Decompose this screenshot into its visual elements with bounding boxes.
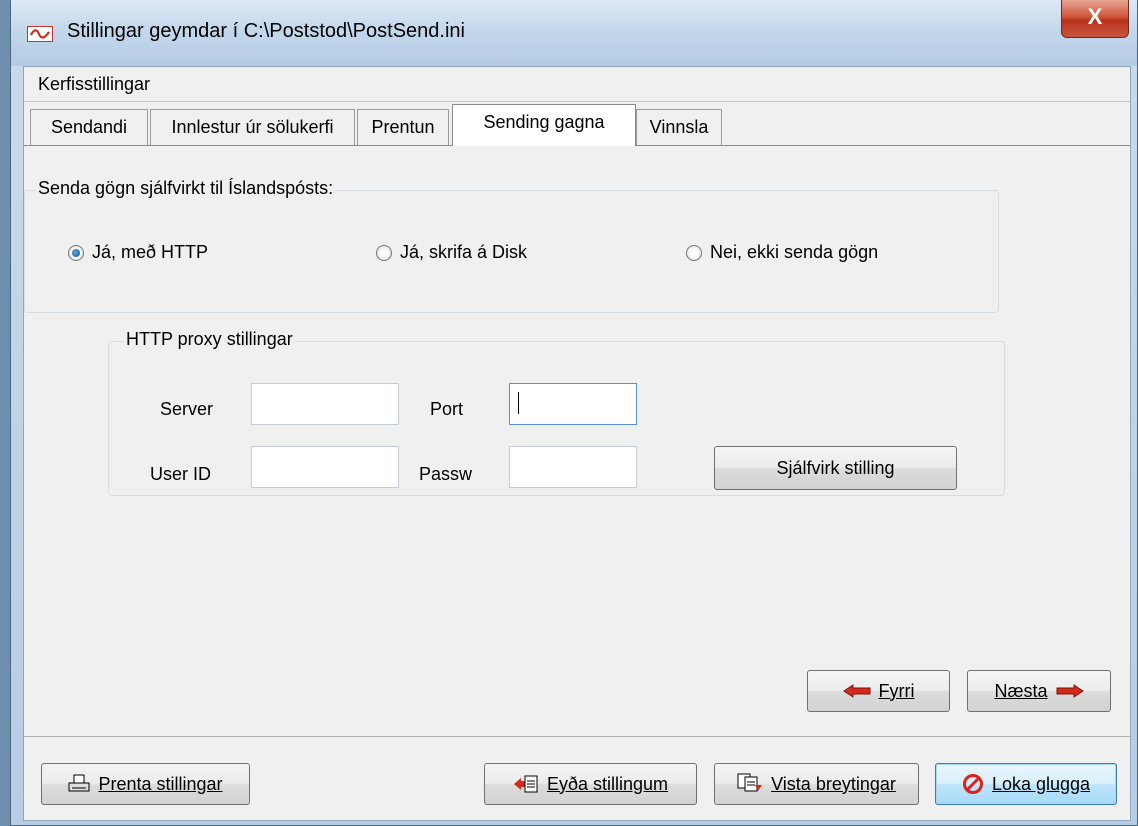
userid-field[interactable] — [251, 446, 399, 488]
tab-label: Vinnsla — [649, 117, 709, 137]
client-area: Kerfisstillingar Sendandi Innlestur úr s… — [23, 66, 1131, 821]
tab-label: Sendandi — [50, 117, 128, 137]
close-icon: X — [1087, 4, 1103, 29]
passw-input[interactable] — [510, 447, 636, 487]
close-window-button[interactable]: Loka glugga — [935, 763, 1117, 805]
title-bar[interactable]: Stillingar geymdar í C:\Poststod\PostSen… — [11, 0, 1137, 66]
prohibit-icon — [962, 773, 984, 795]
next-label: Næsta — [994, 680, 1048, 701]
tab-prentun[interactable]: Prentun — [357, 109, 449, 145]
radio-unselected-icon — [376, 245, 392, 261]
tab-sending-gagna[interactable]: Sending gagna — [452, 104, 636, 146]
radio-disk-label: Já, skrifa á Disk — [400, 242, 528, 262]
prev-button[interactable]: Fyrri — [807, 670, 950, 712]
http-proxy-group-label: HTTP proxy stillingar — [124, 329, 295, 350]
send-data-group-label: Senda gögn sjálfvirkt til Íslandspósts: — [36, 178, 336, 199]
auto-config-label: Sjálfvirk stilling — [776, 457, 895, 478]
arrow-left-icon — [842, 684, 871, 698]
menu-kerfisstillingar[interactable]: Kerfisstillingar — [38, 74, 150, 95]
prev-label: Fyrri — [878, 680, 915, 701]
save-changes-button[interactable]: Vista breytingar — [714, 763, 919, 805]
settings-window: Stillingar geymdar í C:\Poststod\PostSen… — [10, 0, 1138, 826]
close-window-label: Loka glugga — [991, 773, 1091, 794]
tab-vinnsla[interactable]: Vinnsla — [636, 109, 722, 145]
window-close-button[interactable]: X — [1061, 0, 1129, 38]
tab-label: Sending gagna — [483, 112, 605, 132]
text-caret — [518, 392, 519, 414]
print-settings-label: Prenta stillingar — [98, 773, 223, 794]
footer-divider — [24, 736, 1130, 737]
port-input[interactable] — [510, 384, 636, 424]
radio-no-send-label: Nei, ekki senda gögn — [710, 242, 879, 262]
passw-field[interactable] — [509, 446, 637, 488]
userid-input[interactable] — [252, 447, 398, 487]
tab-panel-sending-gagna: Senda gögn sjálfvirkt til Íslandspósts: … — [24, 146, 1130, 736]
server-input[interactable] — [252, 384, 398, 424]
auto-config-button[interactable]: Sjálfvirk stilling — [714, 446, 957, 490]
delete-settings-label: Eyða stillingum — [546, 773, 669, 794]
tab-innlestur[interactable]: Innlestur úr sölukerfi — [150, 109, 355, 145]
server-label: Server — [160, 399, 214, 419]
save-document-icon — [737, 773, 763, 795]
menubar: Kerfisstillingar — [24, 67, 1130, 102]
port-label: Port — [430, 399, 464, 419]
arrow-right-icon — [1056, 684, 1084, 698]
tab-label: Innlestur úr sölukerfi — [171, 117, 334, 137]
delete-settings-button[interactable]: Eyða stillingum — [484, 763, 697, 805]
port-field[interactable] — [509, 383, 637, 425]
radio-unselected-icon — [686, 245, 702, 261]
radio-selected-icon — [68, 245, 84, 261]
next-button[interactable]: Næsta — [967, 670, 1111, 712]
passw-label: Passw — [419, 464, 473, 484]
server-field[interactable] — [251, 383, 399, 425]
app-logo-icon — [27, 26, 53, 42]
delete-document-icon — [513, 774, 539, 794]
print-settings-button[interactable]: Prenta stillingar — [41, 763, 250, 805]
window-title: Stillingar geymdar í C:\Poststod\PostSen… — [67, 20, 465, 42]
userid-label: User ID — [150, 464, 212, 484]
tab-label: Prentun — [371, 117, 435, 137]
printer-icon — [68, 774, 90, 794]
radio-http-label: Já, með HTTP — [92, 242, 209, 262]
save-changes-label: Vista breytingar — [771, 773, 896, 794]
tab-sendandi[interactable]: Sendandi — [30, 109, 148, 145]
